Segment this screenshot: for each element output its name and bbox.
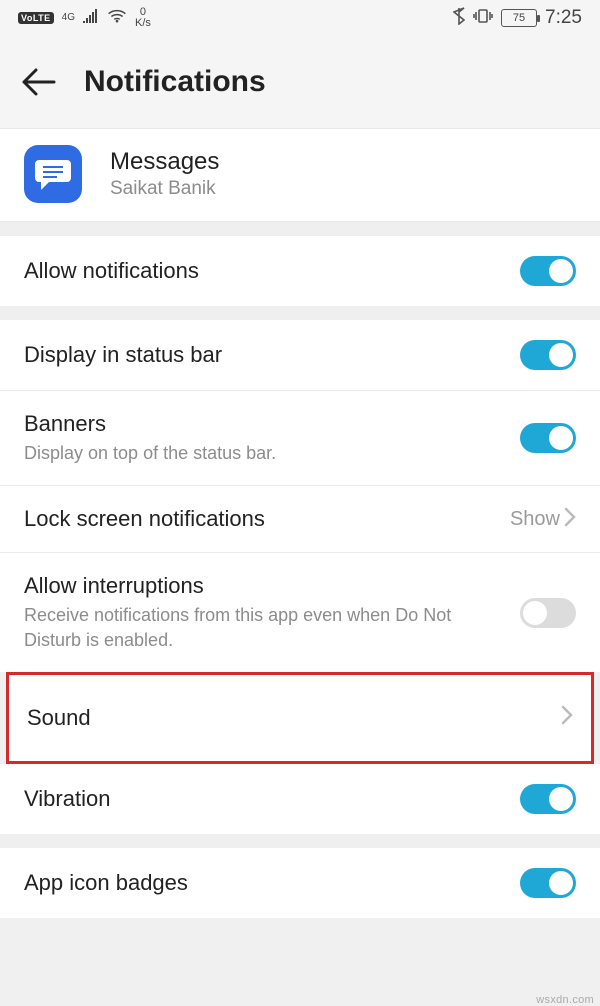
display-status-bar-toggle[interactable] [520,340,576,370]
vibration-row[interactable]: Vibration [0,764,600,834]
allow-interruptions-sub: Receive notifications from this app even… [24,603,508,652]
display-status-bar-label: Display in status bar [24,342,508,368]
allow-interruptions-label: Allow interruptions [24,573,508,599]
app-name: Messages [110,148,219,176]
sound-label: Sound [27,705,549,731]
watermark: wsxdn.com [536,994,594,1006]
vibration-label: Vibration [24,786,508,812]
page-header: Notifications [0,36,600,128]
banners-label: Banners [24,411,508,437]
vibration-toggle[interactable] [520,784,576,814]
allow-interruptions-toggle[interactable] [520,598,576,628]
back-button[interactable] [22,67,56,97]
clock: 7:25 [545,7,582,29]
sound-row[interactable]: Sound [9,675,591,761]
banners-row[interactable]: Banners Display on top of the status bar… [0,390,600,485]
page-title: Notifications [84,65,266,99]
vibrate-icon [473,8,493,28]
allow-notifications-toggle[interactable] [520,256,576,286]
wifi-icon [107,9,127,27]
battery-indicator: 75 [501,9,537,27]
sound-highlight: Sound [6,672,594,764]
app-account: Saikat Banik [110,178,219,200]
allow-notifications-row[interactable]: Allow notifications [0,236,600,306]
app-icon-badges-label: App icon badges [24,870,508,896]
signal-icon [83,9,99,27]
bluetooth-icon [453,7,465,29]
messages-app-icon [24,145,82,203]
banners-toggle[interactable] [520,423,576,453]
display-status-bar-row[interactable]: Display in status bar [0,320,600,390]
lock-screen-value: Show [510,508,560,531]
status-bar: VoLTE 4G 0 K/s 75 7:25 [0,0,600,36]
network-indicator: 4G [62,13,75,23]
data-speed: 0 K/s [135,7,151,29]
app-info-row[interactable]: Messages Saikat Banik [0,128,600,222]
lock-screen-row[interactable]: Lock screen notifications Show [0,485,600,552]
chevron-right-icon [564,507,576,532]
volte-badge: VoLTE [18,12,54,24]
allow-notifications-label: Allow notifications [24,258,508,284]
banners-sub: Display on top of the status bar. [24,441,508,465]
chevron-right-icon [561,705,573,730]
allow-interruptions-row[interactable]: Allow interruptions Receive notification… [0,552,600,672]
app-icon-badges-toggle[interactable] [520,868,576,898]
lock-screen-label: Lock screen notifications [24,506,498,532]
app-icon-badges-row[interactable]: App icon badges [0,848,600,918]
